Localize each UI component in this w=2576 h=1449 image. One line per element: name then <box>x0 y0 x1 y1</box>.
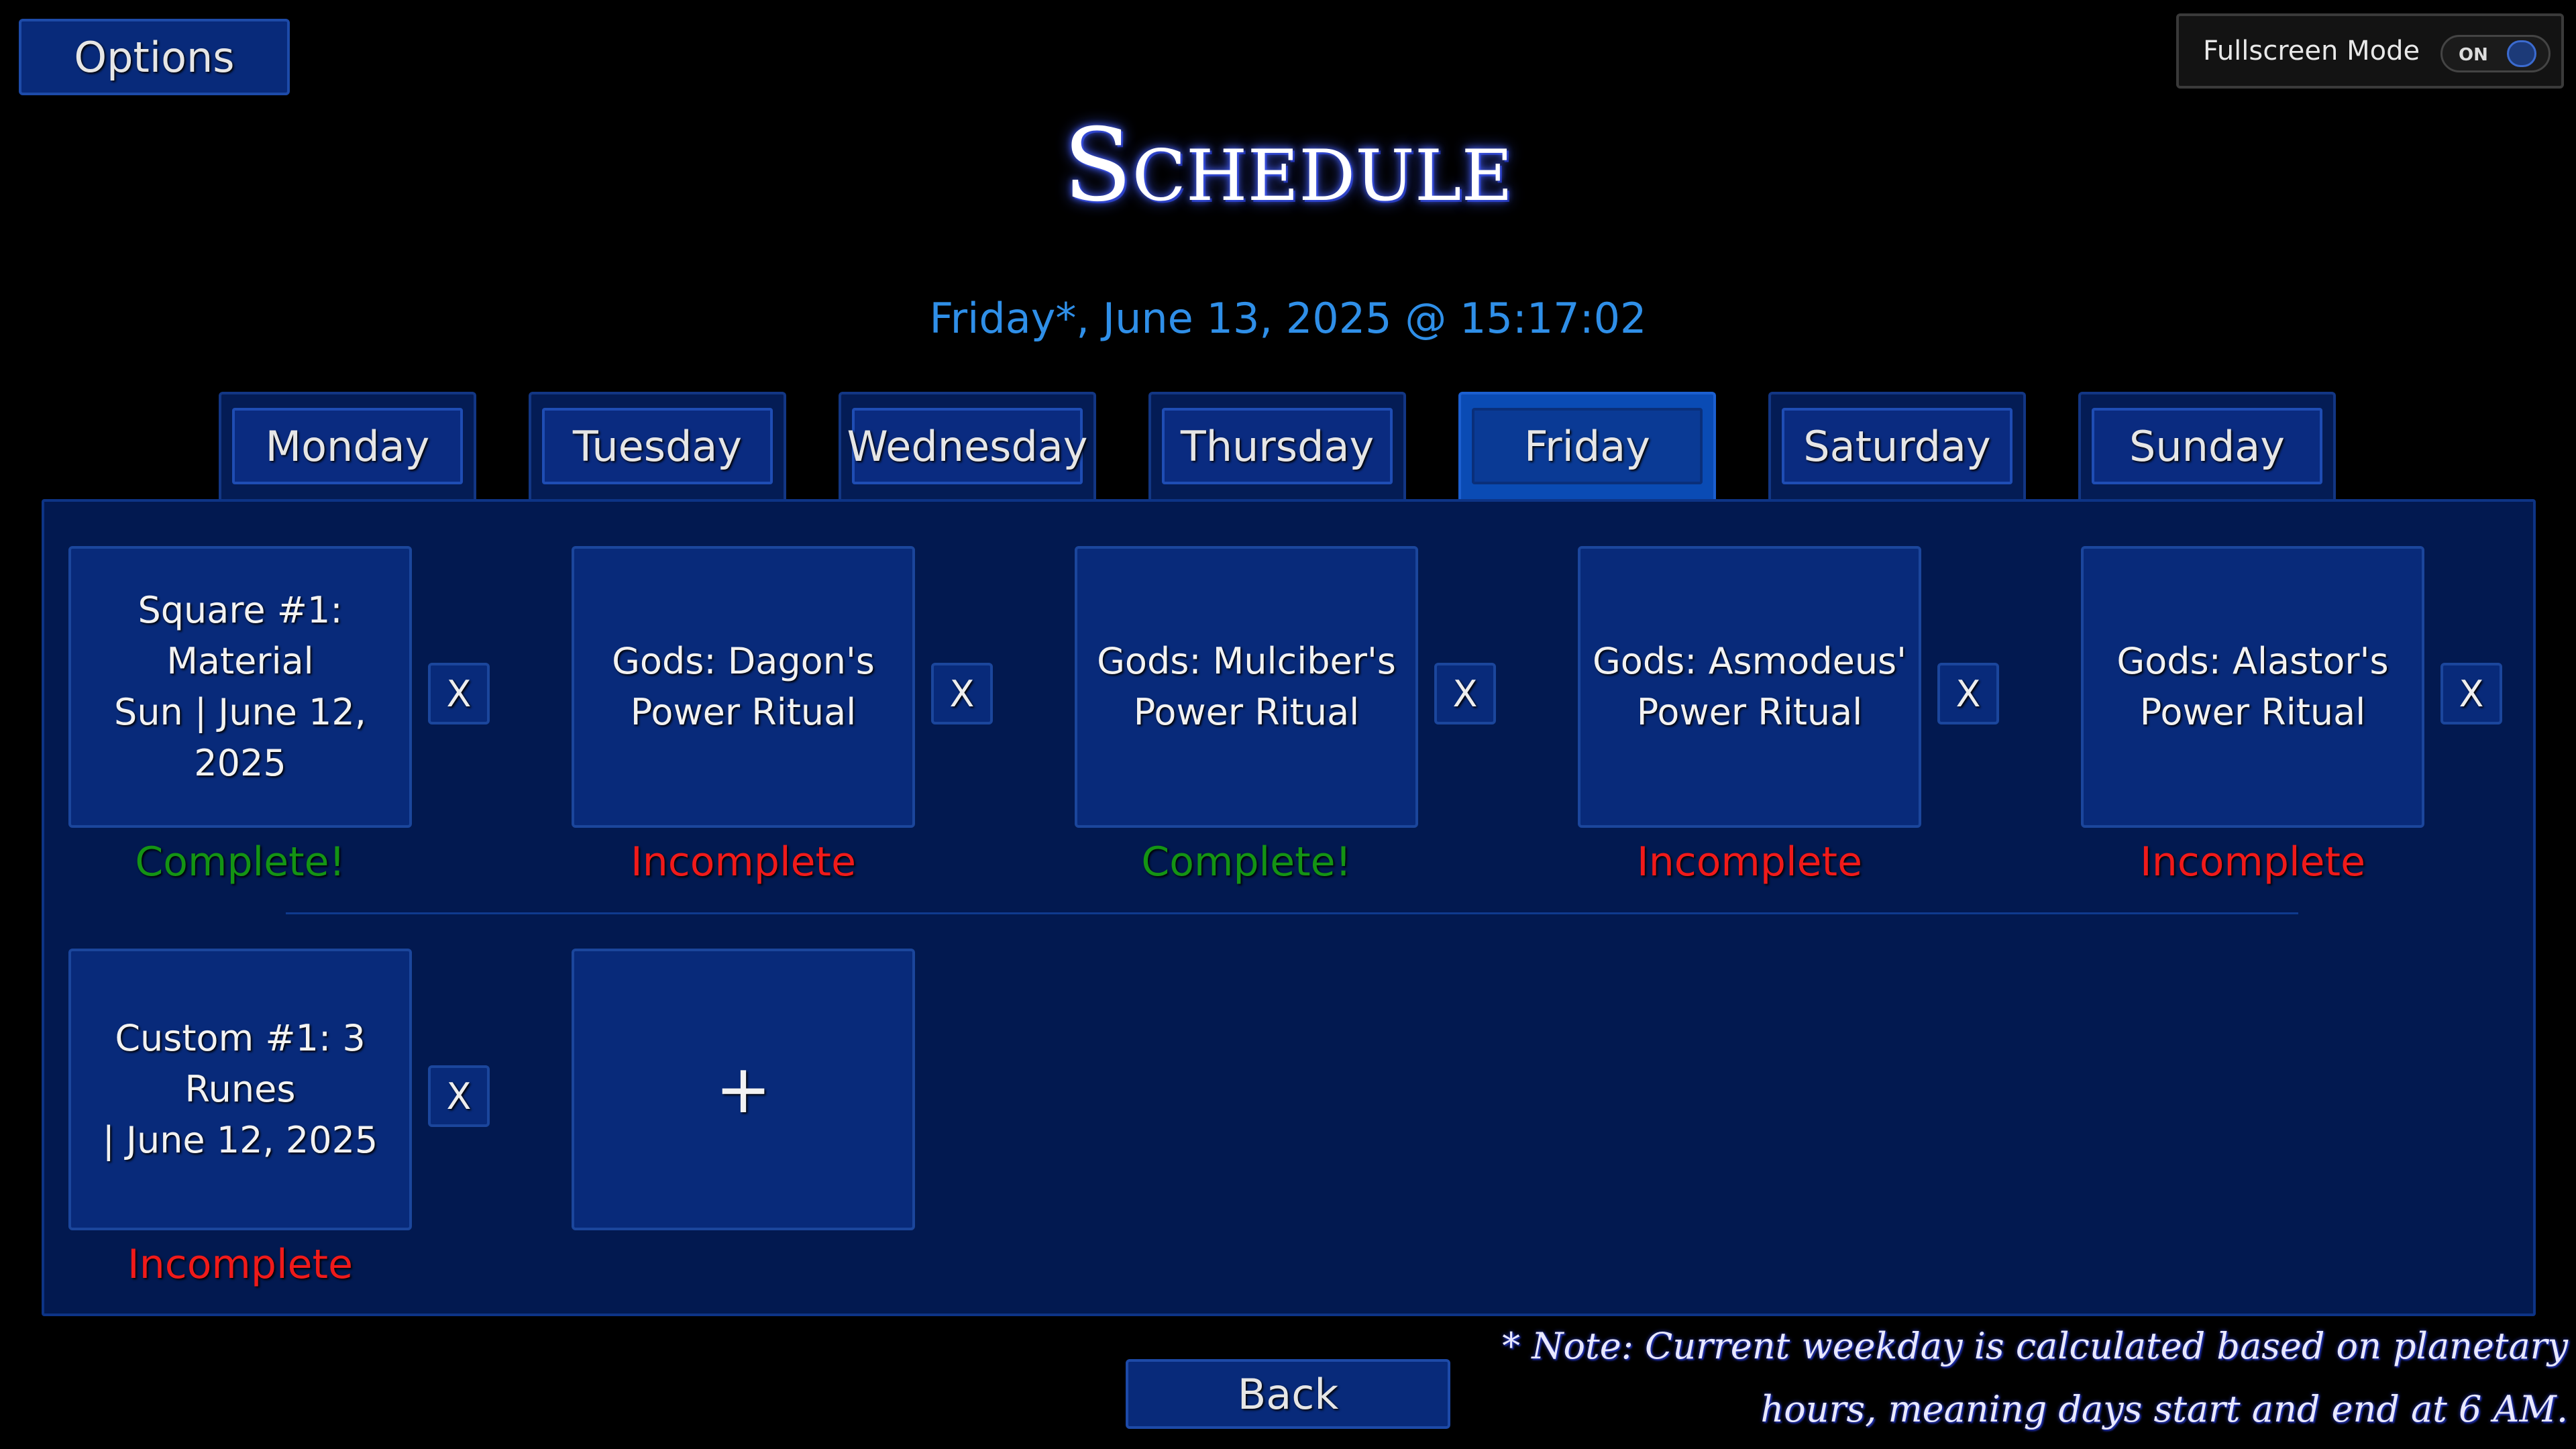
remove-task-button[interactable]: X <box>931 663 993 724</box>
task-subtitle: Power Ritual <box>630 691 857 733</box>
toggle-knob <box>2507 40 2536 67</box>
task-title: Gods: Alastor's <box>2116 640 2389 682</box>
tab-label: Thursday <box>1162 408 1393 484</box>
tab-label: Sunday <box>2092 408 2322 484</box>
remove-task-button[interactable]: X <box>1937 663 1999 724</box>
note-line-2: hours, meaning days start and end at 6 A… <box>1760 1388 2568 1430</box>
fullscreen-label: Fullscreen Mode <box>2203 36 2420 66</box>
page-title: Schedule <box>1063 107 1513 224</box>
task-status: Incomplete <box>1637 839 1862 885</box>
task-subtitle: | June 12, 2025 <box>102 1119 378 1161</box>
task-status: Complete! <box>1141 839 1352 885</box>
tab-label: Tuesday <box>542 408 773 484</box>
task-status: Complete! <box>135 839 345 885</box>
task-subtitle: Sun | June 12, 2025 <box>114 691 366 784</box>
task-card[interactable]: Custom #1: 3 Runes | June 12, 2025 <box>68 949 412 1230</box>
row-divider <box>286 912 2298 914</box>
fullscreen-state: ON <box>2459 45 2488 65</box>
task-card[interactable]: Gods: Mulciber's Power Ritual <box>1075 546 1418 828</box>
add-task-button[interactable]: + <box>572 949 915 1230</box>
tab-wednesday[interactable]: Wednesday <box>839 392 1096 499</box>
task-subtitle: Power Ritual <box>1636 691 1863 733</box>
tab-friday[interactable]: Friday <box>1458 392 1716 499</box>
current-datetime: Friday*, June 13, 2025 @ 15:17:02 <box>929 294 1647 343</box>
tab-saturday[interactable]: Saturday <box>1768 392 2026 499</box>
task-subtitle: Power Ritual <box>1133 691 1360 733</box>
task-title: Square #1: Material <box>138 589 343 682</box>
planetary-hours-note: * Note: Current weekday is calculated ba… <box>1502 1315 2568 1441</box>
tab-tuesday[interactable]: Tuesday <box>529 392 786 499</box>
schedule-panel: Square #1: Material Sun | June 12, 2025 X… <box>42 499 2536 1316</box>
plus-icon: + <box>715 1050 771 1128</box>
tab-label: Wednesday <box>847 408 1087 484</box>
task-title: Gods: Asmodeus' <box>1592 640 1907 682</box>
tab-label: Saturday <box>1782 408 2012 484</box>
remove-task-button[interactable]: X <box>2440 663 2502 724</box>
task-title: Gods: Dagon's <box>612 640 875 682</box>
remove-task-button[interactable]: X <box>428 663 490 724</box>
task-title: Gods: Mulciber's <box>1097 640 1396 682</box>
task-card[interactable]: Gods: Alastor's Power Ritual <box>2081 546 2424 828</box>
remove-task-button[interactable]: X <box>1434 663 1496 724</box>
back-button[interactable]: Back <box>1126 1359 1450 1429</box>
note-line-1: * Note: Current weekday is calculated ba… <box>1502 1325 2568 1367</box>
tab-monday[interactable]: Monday <box>219 392 476 499</box>
task-status: Incomplete <box>631 839 856 885</box>
fullscreen-control: Fullscreen Mode ON <box>2176 13 2564 89</box>
options-button[interactable]: Options <box>19 19 290 95</box>
remove-task-button[interactable]: X <box>428 1065 490 1127</box>
tab-label: Monday <box>232 408 463 484</box>
task-card[interactable]: Square #1: Material Sun | June 12, 2025 <box>68 546 412 828</box>
tab-sunday[interactable]: Sunday <box>2078 392 2336 499</box>
tab-label: Friday <box>1472 408 1703 484</box>
task-title: Custom #1: 3 Runes <box>115 1017 366 1110</box>
tab-thursday[interactable]: Thursday <box>1148 392 1406 499</box>
task-status: Incomplete <box>2140 839 2365 885</box>
task-card[interactable]: Gods: Asmodeus' Power Ritual <box>1578 546 1921 828</box>
task-card[interactable]: Gods: Dagon's Power Ritual <box>572 546 915 828</box>
task-status: Incomplete <box>127 1241 353 1288</box>
fullscreen-toggle[interactable]: ON <box>2440 35 2551 72</box>
task-subtitle: Power Ritual <box>2139 691 2366 733</box>
